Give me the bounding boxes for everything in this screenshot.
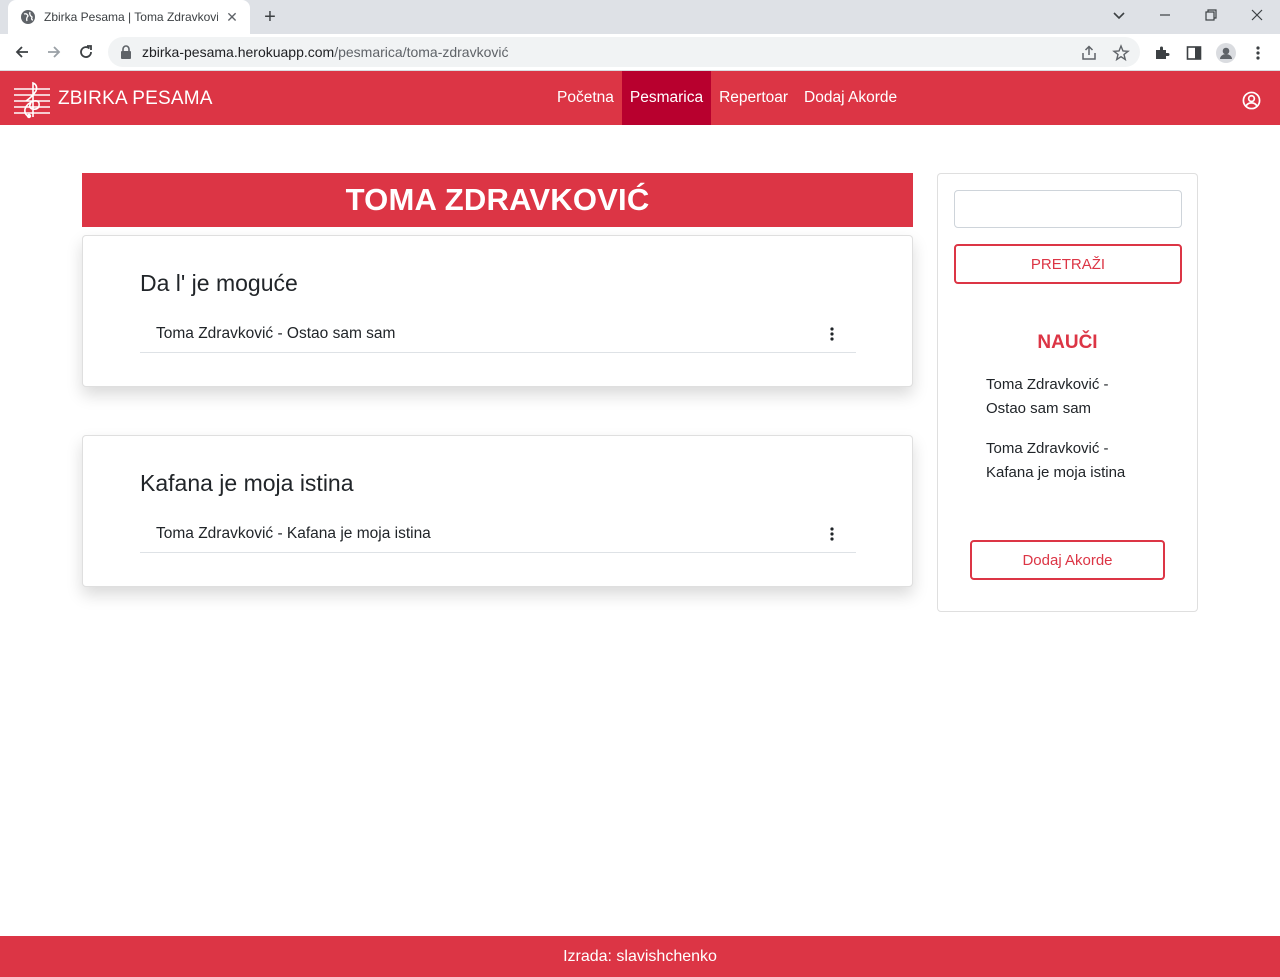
learn-item-song: Ostao sam sam [986,400,1092,417]
tab-search-button[interactable] [1096,0,1142,30]
album-card: Kafana je moja istina Toma Zdravković - … [82,435,913,587]
search-input[interactable] [954,190,1182,228]
nav-links: Početna Pesmarica Repertoar Dodaj Akorde [549,71,905,125]
star-icon[interactable] [1112,44,1130,62]
sidebar: PRETRAŽI NAUČI Toma Zdravković - Ostao s… [937,173,1198,612]
chevron-down-icon [1113,12,1125,20]
more-vertical-icon [1256,46,1260,60]
learn-title: NAUČI [1037,332,1098,353]
globe-icon [21,10,35,24]
learn-item[interactable]: Toma Zdravković - Kafana je moja istina [986,437,1156,485]
album-card: Da l' je moguće Toma Zdravković - Ostao … [82,235,913,387]
browser-tab-bar: Zbirka Pesama | Toma Zdravković ✕ + [0,0,1280,34]
learn-item-song: Kafana je moja istina [986,464,1126,481]
song-title[interactable]: Toma Zdravković - Ostao sam sam [156,325,820,343]
music-logo-icon [14,81,50,119]
url-text: zbirka-pesama.herokuapp.com/pesmarica/to… [142,44,509,60]
lock-icon [121,45,131,59]
album-title: Kafana je moja istina [140,470,354,496]
puzzle-icon [1156,46,1170,59]
reload-button[interactable] [73,39,99,65]
more-vertical-icon [830,327,834,341]
menu-button[interactable] [1248,43,1268,63]
site-navbar: ZBIRKA PESAMA Početna Pesmarica Repertoa… [0,71,1280,125]
search-button[interactable]: PRETRAŽI [954,244,1182,284]
share-icon[interactable] [1080,44,1098,62]
url-path: /pesmarica/toma-zdravković [334,44,509,60]
profile-button[interactable] [1216,43,1236,63]
learn-item-artist: Toma Zdravković - [986,440,1109,457]
nav-link-repertoar[interactable]: Repertoar [711,71,796,125]
nav-link-dodaj-akorde[interactable]: Dodaj Akorde [796,71,905,125]
nav-link-pocetna[interactable]: Početna [549,71,622,125]
song-options-button[interactable] [820,322,844,346]
user-circle-icon[interactable] [1242,91,1261,110]
learn-item-artist: Toma Zdravković - [986,376,1109,393]
back-button[interactable] [9,39,35,65]
footer: Izrada: slavishchenko [0,936,1280,977]
address-bar[interactable]: zbirka-pesama.herokuapp.com/pesmarica/to… [108,37,1140,67]
side-panel-icon [1186,46,1202,60]
song-options-button[interactable] [820,522,844,546]
reload-icon [80,45,92,58]
forward-button[interactable] [41,39,67,65]
minimize-button[interactable] [1142,0,1188,30]
arrow-right-icon [48,46,61,58]
minimize-icon [1160,14,1170,16]
song-list-item[interactable]: Toma Zdravković - Kafana je moja istina [140,516,856,553]
arrow-left-icon [15,46,28,58]
song-list-item[interactable]: Toma Zdravković - Ostao sam sam [140,316,856,353]
profile-icon [1216,43,1236,63]
nav-link-pesmarica[interactable]: Pesmarica [621,71,712,125]
extensions-button[interactable] [1152,43,1172,63]
song-title[interactable]: Toma Zdravković - Kafana je moja istina [156,525,820,543]
close-icon [1251,9,1263,21]
restore-icon [1205,9,1217,21]
brand-name: ZBIRKA PESAMA [58,88,213,109]
more-vertical-icon [830,527,834,541]
artist-title: TOMA ZDRAVKOVIĆ [82,173,913,227]
url-host: zbirka-pesama.herokuapp.com [142,44,335,60]
restore-button[interactable] [1188,0,1234,30]
brand-link[interactable]: ZBIRKA PESAMA [12,79,213,119]
browser-tab[interactable]: Zbirka Pesama | Toma Zdravković ✕ [8,0,250,34]
close-window-button[interactable] [1234,0,1280,30]
new-tab-button[interactable]: + [258,6,282,28]
tab-title: Zbirka Pesama | Toma Zdravković [44,10,218,24]
album-title: Da l' je moguće [140,270,298,296]
footer-credit: Izrada: slavishchenko [563,947,717,965]
side-panel-button[interactable] [1184,43,1204,63]
browser-toolbar: zbirka-pesama.herokuapp.com/pesmarica/to… [0,34,1280,71]
close-tab-icon[interactable]: ✕ [224,9,240,25]
add-chords-button[interactable]: Dodaj Akorde [970,540,1165,580]
learn-item[interactable]: Toma Zdravković - Ostao sam sam [986,373,1156,421]
